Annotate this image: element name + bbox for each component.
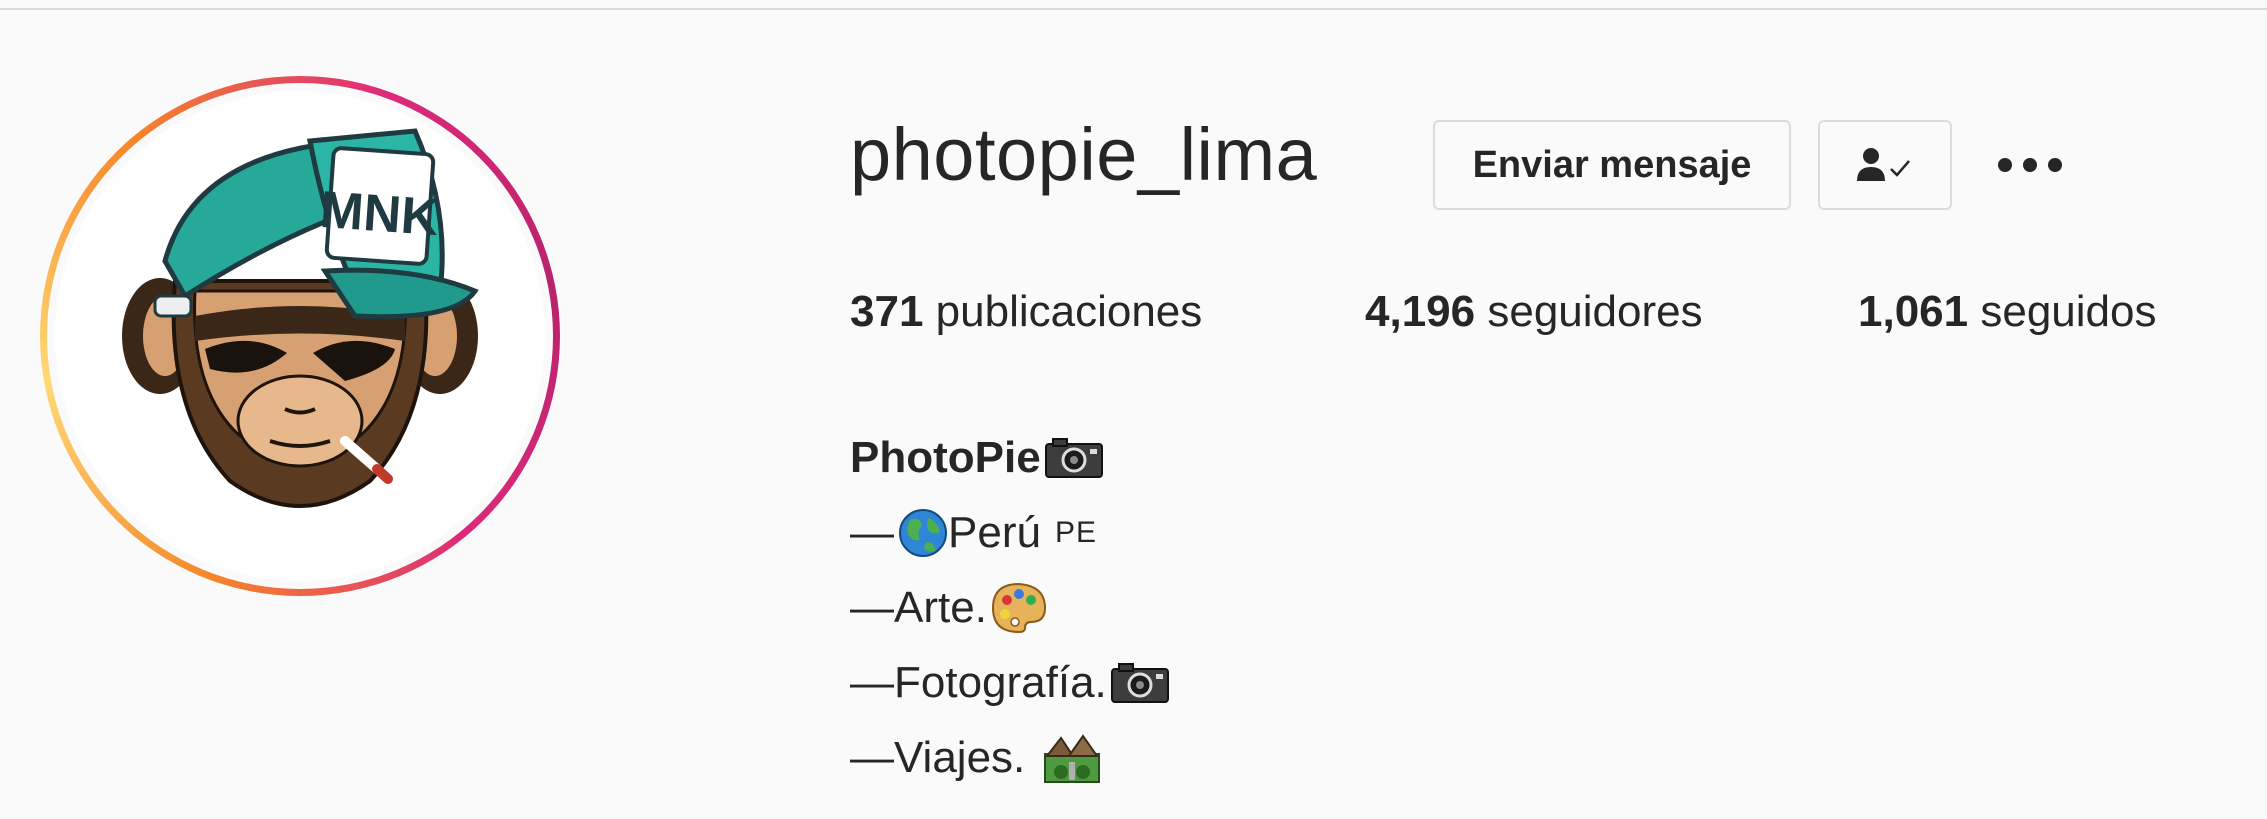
peru-flag-text: PE (1054, 516, 1097, 549)
bio-dash: — (850, 658, 894, 707)
following-count: 1,061 (1858, 287, 1969, 336)
bio-dash: — (850, 733, 894, 782)
followers-label: seguidores (1487, 287, 1703, 336)
camera-icon (1044, 437, 1103, 478)
posts-stat: 371 publicaciones (850, 290, 1202, 334)
national-park-icon (1044, 733, 1101, 783)
bio-fotografia-text: Fotografía. (894, 658, 1107, 707)
svg-text:MNK: MNK (318, 181, 441, 247)
options-button[interactable] (1990, 140, 2070, 190)
bio-line-viajes: — Viajes. (850, 720, 1169, 795)
bio-line-fotografia: — Fotografía. (850, 645, 1169, 720)
profile-bio: PhotoPie — Perú PE — Arte. — Fotografía.… (850, 420, 1169, 795)
bio-name-line: PhotoPie (850, 420, 1169, 495)
bio-line-peru: — Perú PE (850, 495, 1169, 570)
bio-arte-text: Arte. (894, 583, 987, 632)
profile-avatar-story-ring[interactable]: MNK (40, 76, 560, 596)
posts-label: publicaciones (935, 287, 1203, 336)
posts-count: 371 (850, 287, 924, 336)
top-divider (0, 0, 2267, 10)
followers-count: 4,196 (1365, 287, 1476, 336)
palette-icon (991, 582, 1046, 633)
bio-line-arte: — Arte. (850, 570, 1169, 645)
send-message-button[interactable]: Enviar mensaje (1433, 120, 1791, 210)
following-stat[interactable]: 1,061 seguidos (1858, 290, 2156, 334)
following-label: seguidos (1980, 287, 2157, 336)
more-horizontal-icon (1998, 158, 2062, 172)
bio-dash: — (850, 583, 894, 632)
following-toggle-button[interactable] (1818, 120, 1952, 210)
profile-avatar: MNK (55, 91, 545, 581)
followers-stat[interactable]: 4,196 seguidores (1365, 290, 1703, 334)
globe-icon (899, 508, 947, 557)
bio-peru-text: Perú (948, 508, 1041, 557)
bio-dash: — (850, 508, 894, 557)
profile-username: photopie_lima (850, 113, 1318, 196)
person-check-icon (1857, 148, 1910, 181)
camera-icon (1110, 662, 1169, 703)
bio-viajes-text: Viajes. (894, 733, 1026, 782)
bio-name: PhotoPie (850, 433, 1041, 482)
monkey-logo-icon: MNK (122, 128, 479, 508)
